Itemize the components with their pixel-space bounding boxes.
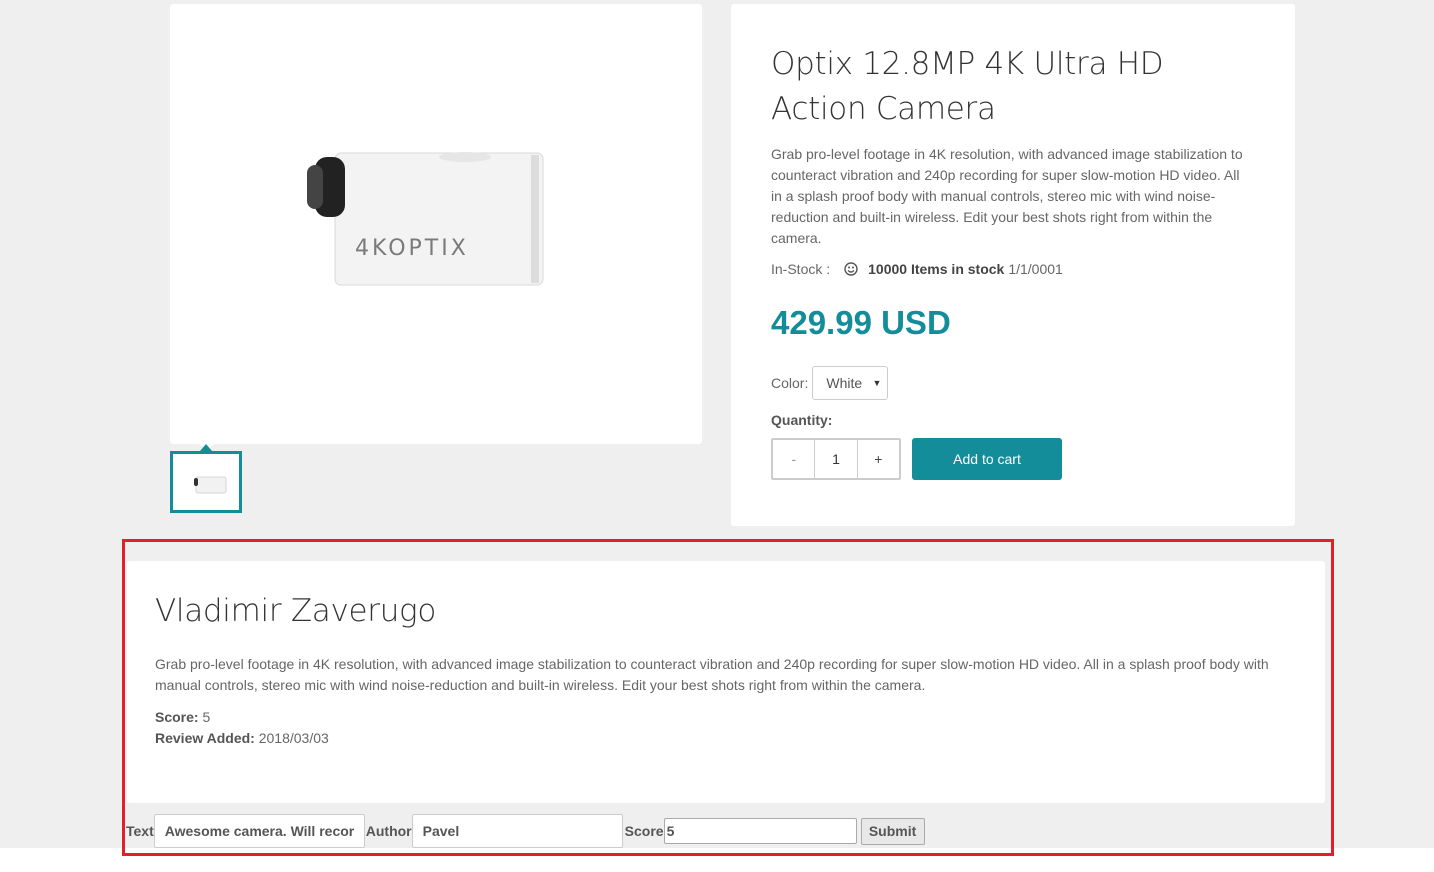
product-image[interactable]: 4KOPTIX bbox=[305, 147, 545, 289]
review-text: Grab pro-level footage in 4K resolution,… bbox=[155, 656, 1269, 693]
review-score-label: Score: bbox=[155, 709, 199, 725]
review-score-input[interactable]: 5 bbox=[663, 818, 857, 844]
product-description: Grab pro-level footage in 4K resolution,… bbox=[771, 146, 1243, 246]
quantity-label: Quantity: bbox=[771, 412, 833, 428]
product-title: Optix 12.8MP 4K Ultra HD Action Camera bbox=[771, 46, 1164, 127]
product-thumbnail[interactable] bbox=[170, 451, 242, 513]
color-select[interactable]: White ▼ bbox=[812, 366, 889, 400]
color-row: Color: White ▼ bbox=[771, 366, 889, 400]
stock-info: In-Stock : 10000 Items in stock 1/1/0001 bbox=[771, 261, 1063, 277]
product-price: 429.99 USD bbox=[771, 304, 951, 341]
stock-label: In-Stock : bbox=[771, 261, 831, 277]
review-author-input[interactable]: Pavel bbox=[411, 814, 623, 848]
review-score: Score: 5 bbox=[155, 707, 329, 728]
score-field-label: Score bbox=[624, 823, 664, 839]
stock-date: 1/1/0001 bbox=[1008, 261, 1063, 277]
review-score-value: 5 bbox=[202, 709, 211, 725]
quantity-input[interactable]: 1 bbox=[814, 440, 858, 478]
quantity-increase-button[interactable]: + bbox=[858, 440, 899, 478]
submit-review-button[interactable]: Submit bbox=[860, 817, 925, 845]
camera-brand-text: 4KOPTIX bbox=[355, 236, 469, 261]
text-field-label: Text bbox=[126, 823, 154, 839]
review-card: Vladimir Zaverugo Grab pro-level footage… bbox=[127, 561, 1325, 803]
color-select-value: White bbox=[826, 375, 863, 391]
review-added-value: 2018/03/03 bbox=[258, 730, 329, 746]
author-field-label: Author bbox=[365, 823, 412, 839]
product-info-card: Optix 12.8MP 4K Ultra HD Action Camera G… bbox=[731, 4, 1295, 526]
quantity-decrease-button[interactable]: - bbox=[773, 440, 814, 478]
review-form: Text Awesome camera. Will recor Author P… bbox=[126, 814, 925, 848]
review-date: Review Added: 2018/03/03 bbox=[155, 728, 329, 749]
add-to-cart-button[interactable]: Add to cart bbox=[912, 438, 1062, 480]
review-text-input[interactable]: Awesome camera. Will recor bbox=[153, 814, 365, 848]
product-image-card: 4KOPTIX bbox=[170, 4, 702, 451]
thumbnail-image bbox=[194, 476, 227, 494]
review-meta: Score: 5 Review Added: 2018/03/03 bbox=[155, 707, 329, 749]
review-author: Vladimir Zaverugo bbox=[155, 593, 437, 629]
quantity-stepper: - 1 + bbox=[771, 438, 901, 480]
review-added-label: Review Added: bbox=[155, 730, 255, 746]
smiley-icon bbox=[844, 262, 858, 276]
thumbnail-pointer bbox=[200, 444, 212, 451]
stock-count: 10000 Items in stock bbox=[868, 261, 1005, 277]
dropdown-caret-icon: ▼ bbox=[872, 378, 882, 388]
color-label: Color: bbox=[771, 375, 809, 391]
